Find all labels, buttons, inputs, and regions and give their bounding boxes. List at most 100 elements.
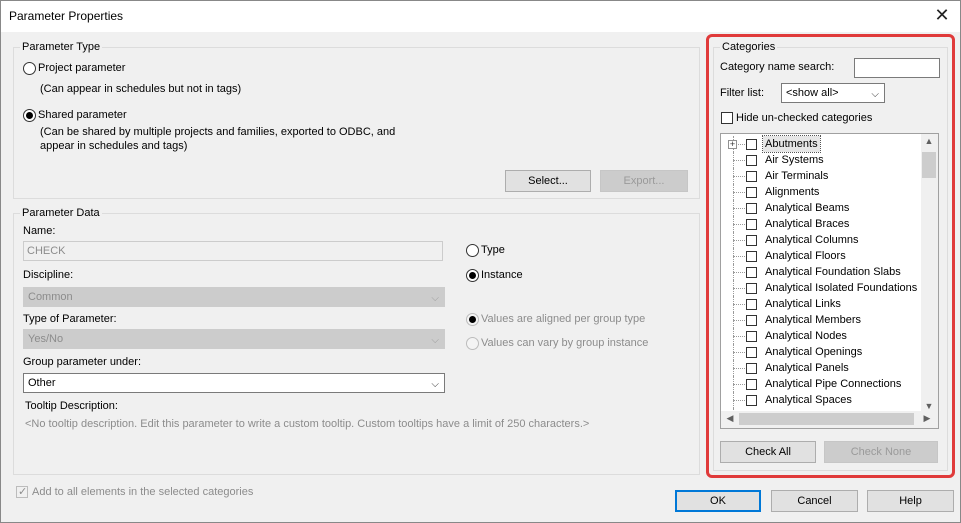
category-item[interactable]: Alignments [721, 184, 921, 200]
shared-parameter-desc-1: (Can be shared by multiple projects and … [40, 126, 396, 138]
horizontal-scrollbar[interactable]: ◀ ▶ [721, 411, 938, 428]
category-checkbox[interactable] [746, 187, 757, 198]
type-of-parameter-label: Type of Parameter: [23, 313, 117, 325]
vertical-scroll-thumb[interactable] [922, 152, 936, 178]
category-item[interactable]: Analytical Nodes [721, 328, 921, 344]
project-parameter-radio[interactable] [23, 62, 36, 75]
add-to-all-checkbox[interactable] [16, 485, 28, 498]
category-checkbox[interactable] [746, 171, 757, 182]
category-checkbox[interactable] [746, 363, 757, 374]
title-bar: Parameter Properties ✕ [1, 1, 960, 32]
vertical-scrollbar[interactable]: ▲ ▼ [921, 134, 938, 413]
category-item[interactable]: Air Systems [721, 152, 921, 168]
category-checkbox[interactable] [746, 379, 757, 390]
help-button[interactable]: Help [867, 490, 954, 512]
tree-connector [733, 336, 745, 337]
tree-connector [733, 368, 745, 369]
category-checkbox[interactable] [746, 283, 757, 294]
ok-button[interactable]: OK [675, 490, 761, 512]
category-checkbox[interactable] [746, 395, 757, 406]
cancel-button[interactable]: Cancel [771, 490, 858, 512]
chevron-down-icon: ⌵ [871, 89, 879, 100]
category-item[interactable]: Analytical Links [721, 296, 921, 312]
category-label: Analytical Braces [765, 218, 850, 230]
category-label: Air Terminals [765, 170, 829, 182]
category-checkbox[interactable] [746, 347, 757, 358]
project-parameter-desc: (Can appear in schedules but not in tags… [40, 83, 242, 95]
category-checkbox[interactable] [746, 139, 757, 150]
category-item[interactable]: Analytical Isolated Foundations [721, 280, 921, 296]
filter-list-select[interactable]: <show all> ⌵ [781, 83, 885, 103]
horizontal-scroll-thumb[interactable] [739, 413, 914, 425]
categories-tree[interactable]: + Abutments Air Systems Air Terminals Alignm… [720, 133, 939, 429]
category-item[interactable]: Analytical Members [721, 312, 921, 328]
tree-connector [733, 288, 745, 289]
category-item[interactable]: Analytical Beams [721, 200, 921, 216]
category-checkbox[interactable] [746, 203, 757, 214]
category-checkbox[interactable] [746, 251, 757, 262]
shared-parameter-radio[interactable] [23, 109, 36, 122]
category-item[interactable]: Analytical Openings [721, 344, 921, 360]
category-label: Analytical Columns [765, 234, 859, 246]
category-item[interactable]: + Abutments [721, 135, 921, 153]
scroll-down-icon[interactable]: ▼ [921, 401, 937, 411]
values-aligned-radio[interactable] [466, 313, 479, 326]
values-vary-label: Values can vary by group instance [481, 337, 649, 349]
category-checkbox[interactable] [746, 315, 757, 326]
check-all-button[interactable]: Check All [720, 441, 816, 463]
category-search-label: Category name search: [720, 61, 835, 73]
discipline-select[interactable]: Common ⌵ [23, 287, 445, 307]
category-item[interactable]: Analytical Panels [721, 360, 921, 376]
group-parameter-label: Group parameter under: [23, 356, 142, 368]
tree-connector [733, 160, 745, 161]
scroll-left-icon[interactable]: ◀ [722, 413, 738, 424]
name-field[interactable]: CHECK [23, 241, 443, 261]
close-icon[interactable]: ✕ [932, 5, 952, 25]
shared-parameter-label: Shared parameter [38, 109, 127, 121]
chevron-down-icon: ⌵ [431, 379, 439, 390]
category-label: Analytical Nodes [765, 330, 847, 342]
category-item[interactable]: Analytical Braces [721, 216, 921, 232]
select-button[interactable]: Select... [505, 170, 591, 192]
type-of-parameter-select[interactable]: Yes/No ⌵ [23, 329, 445, 349]
hide-unchecked-checkbox[interactable] [721, 112, 733, 124]
category-checkbox[interactable] [746, 235, 757, 246]
plus-box-icon[interactable]: + [728, 140, 737, 149]
category-label: Abutments [762, 135, 821, 153]
type-of-parameter-value: Yes/No [28, 333, 64, 345]
category-label: Analytical Pipe Connections [765, 378, 902, 390]
category-item[interactable]: Analytical Columns [721, 232, 921, 248]
category-item[interactable]: Air Terminals [721, 168, 921, 184]
category-label: Air Systems [765, 154, 824, 166]
category-checkbox[interactable] [746, 155, 757, 166]
tree-connector [733, 384, 745, 385]
tooltip-description-text[interactable]: <No tooltip description. Edit this param… [25, 418, 589, 430]
category-label: Analytical Members [765, 314, 861, 326]
category-label: Analytical Links [765, 298, 841, 310]
group-parameter-value: Other [28, 377, 56, 389]
category-checkbox[interactable] [746, 219, 757, 230]
scroll-up-icon[interactable]: ▲ [921, 136, 937, 146]
scroll-right-icon[interactable]: ▶ [919, 413, 935, 424]
group-parameter-select[interactable]: Other ⌵ [23, 373, 445, 393]
category-item[interactable]: Analytical Spaces [721, 392, 921, 408]
discipline-label: Discipline: [23, 269, 74, 281]
category-checkbox[interactable] [746, 331, 757, 342]
tree-connector [733, 176, 745, 177]
category-search-input[interactable] [854, 58, 940, 78]
type-radio[interactable] [466, 244, 479, 257]
filter-list-value: <show all> [786, 87, 839, 99]
instance-radio[interactable] [466, 269, 479, 282]
category-checkbox[interactable] [746, 299, 757, 310]
name-label: Name: [23, 225, 56, 237]
category-label: Analytical Floors [765, 250, 846, 262]
category-item[interactable]: Analytical Pipe Connections [721, 376, 921, 392]
values-vary-radio[interactable] [466, 337, 479, 350]
category-checkbox[interactable] [746, 267, 757, 278]
check-none-button[interactable]: Check None [824, 441, 938, 463]
category-item[interactable]: Analytical Floors [721, 248, 921, 264]
category-item[interactable]: Analytical Foundation Slabs [721, 264, 921, 280]
export-button[interactable]: Export... [600, 170, 688, 192]
parameter-type-legend: Parameter Type [20, 41, 103, 53]
discipline-value: Common [28, 291, 73, 303]
